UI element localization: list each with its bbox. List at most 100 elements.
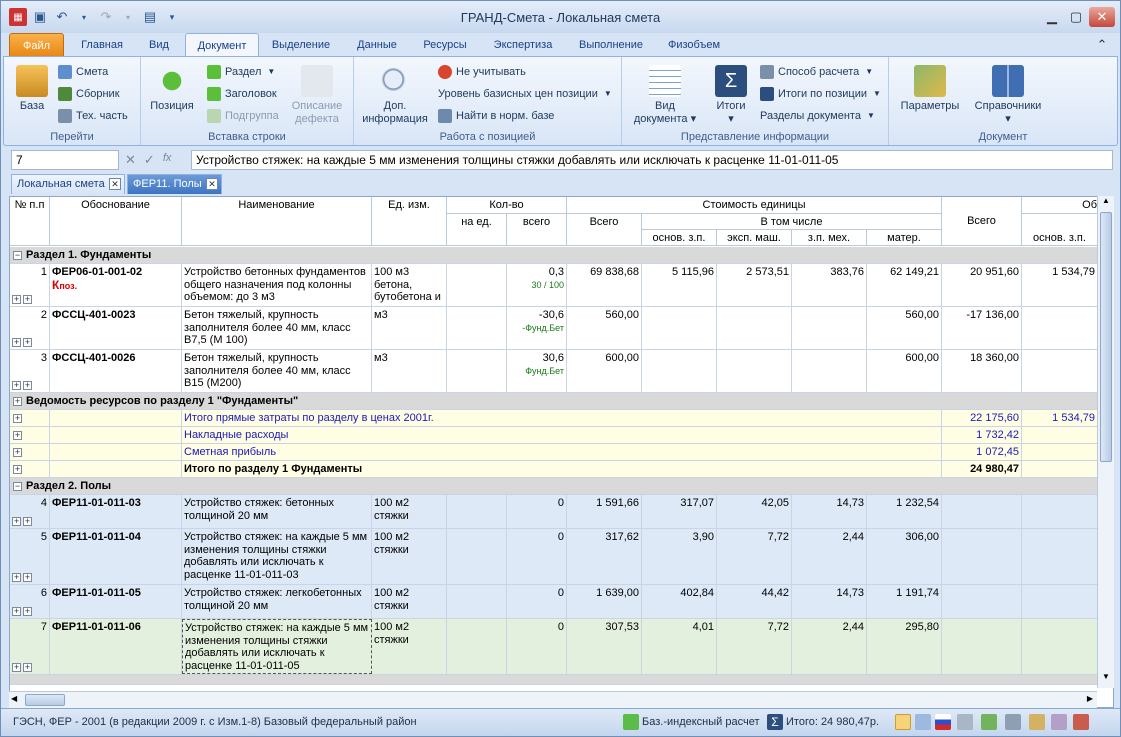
tab-local-estimate[interactable]: Локальная смета ✕ [11, 174, 125, 194]
position-name[interactable]: Устройство стяжек: на каждые 5 мм измене… [182, 529, 372, 584]
mech-wage[interactable] [792, 350, 867, 392]
total-base-wage[interactable] [1022, 307, 1098, 349]
position-name[interactable]: Устройство стяжек: легкобетонных толщино… [182, 585, 372, 618]
qty-total[interactable]: 0 [507, 495, 567, 528]
position-name[interactable]: Бетон тяжелый, крупность заполнителя бол… [182, 307, 372, 349]
confirm-icon[interactable]: ✓ [144, 152, 155, 170]
col-qty-total-header[interactable]: всего [507, 214, 567, 246]
table-row[interactable]: − Раздел 1. Фундаменты [10, 247, 1097, 264]
machinery-cost[interactable] [717, 307, 792, 349]
materials-cost[interactable]: 295,80 [867, 619, 942, 674]
basis-code[interactable]: ФЕР11-01-011-06 [50, 619, 182, 674]
machinery-cost[interactable]: 2 573,51 [717, 264, 792, 306]
mech-wage[interactable]: 2,44 [792, 529, 867, 584]
col-unit-cost-header[interactable]: Стоимость единицы [567, 197, 942, 214]
col-base-wage-header[interactable]: основ. з.п. [642, 230, 717, 246]
print-icon[interactable] [1005, 714, 1021, 730]
qty-per-unit[interactable] [447, 495, 507, 528]
export-icon[interactable] [957, 714, 973, 730]
materials-cost[interactable]: 306,00 [867, 529, 942, 584]
table-cell[interactable] [50, 444, 182, 460]
table-row[interactable] [10, 675, 1097, 685]
expand-toggle-icon[interactable]: + [23, 573, 32, 582]
table-row[interactable]: + Накладные расходы 1 732,42 [10, 427, 1098, 444]
view-page-icon[interactable] [895, 714, 911, 730]
cell-reference-input[interactable]: 7 [11, 150, 119, 170]
qty-per-unit[interactable] [447, 585, 507, 618]
col-name-header[interactable]: Наименование [182, 197, 372, 246]
close-icon[interactable]: ✕ [1089, 7, 1115, 27]
expand-toggle-icon[interactable]: + [13, 397, 22, 406]
total-value[interactable]: 18 360,00 [942, 350, 1022, 392]
machinery-cost[interactable] [717, 350, 792, 392]
table-row[interactable]: 7 ФЕР11-01-011-06 Устройство стяжек: на ка… [10, 619, 1098, 675]
expand-toggle-icon[interactable]: + [12, 381, 21, 390]
scroll-up-icon[interactable]: ▲ [1099, 196, 1113, 210]
tab-resources[interactable]: Ресурсы [415, 33, 475, 57]
col-qty-header[interactable]: Кол-во [447, 197, 567, 214]
ribbon-collapse-icon[interactable]: ⌃ [1091, 35, 1113, 55]
total-value[interactable] [942, 619, 1022, 674]
total-value[interactable]: 1 072,45 [942, 444, 1022, 460]
expand-toggle-icon[interactable]: + [23, 517, 32, 526]
unit[interactable]: 100 м2 стяжки [372, 585, 447, 618]
position-name[interactable]: Устройство бетонных фундаментов общего н… [182, 264, 372, 306]
materials-cost[interactable]: 560,00 [867, 307, 942, 349]
col-unit-header[interactable]: Ед. изм. [372, 197, 447, 246]
unit-total[interactable]: 69 838,68 [567, 264, 642, 306]
machinery-cost[interactable]: 42,05 [717, 495, 792, 528]
excel-icon[interactable] [981, 714, 997, 730]
table-cell[interactable] [50, 461, 182, 477]
pdf-icon[interactable] [1073, 714, 1089, 730]
calc-method-button[interactable]: Способ расчета ▼ [760, 63, 873, 81]
unit-total[interactable]: 600,00 [567, 350, 642, 392]
base-price-level-button[interactable]: Уровень базисных цен позиции ▼ [438, 85, 612, 103]
qty-total[interactable]: 0,3 30 / 100 [507, 264, 567, 306]
unit[interactable]: 100 м2 стяжки [372, 529, 447, 584]
unit-total[interactable]: 307,53 [567, 619, 642, 674]
base-wage[interactable]: 402,84 [642, 585, 717, 618]
references-button[interactable]: Справочники ▾ [971, 65, 1045, 126]
table-row[interactable]: 4 ФЕР11-01-011-03 Устройство стяжек: бетон… [10, 495, 1098, 529]
machinery-cost[interactable]: 7,72 [717, 529, 792, 584]
expand-toggle-icon[interactable]: + [23, 607, 32, 616]
col-basis-header[interactable]: Обоснование [50, 197, 182, 246]
table-row[interactable]: 5 ФЕР11-01-011-04 Устройство стяжек: на ка… [10, 529, 1098, 585]
total-base-wage[interactable] [1022, 619, 1098, 674]
settings-icon[interactable] [1051, 714, 1067, 730]
mech-wage[interactable] [792, 307, 867, 349]
table-cell[interactable] [10, 444, 50, 460]
unit-total[interactable]: 560,00 [567, 307, 642, 349]
defect-description-button[interactable]: Описание дефекта [289, 65, 345, 126]
table-row[interactable]: 3 ФССЦ-401-0026 Бетон тяжелый, крупность з… [10, 350, 1098, 393]
unit[interactable]: 100 м2 стяжки [372, 619, 447, 674]
qty-total[interactable]: 0 [507, 585, 567, 618]
expand-toggle-icon[interactable]: + [23, 381, 32, 390]
mech-wage[interactable]: 14,73 [792, 495, 867, 528]
basis-code[interactable]: ФЕР11-01-011-05 [50, 585, 182, 618]
tab-file[interactable]: Файл [9, 33, 64, 57]
table-cell[interactable] [50, 410, 182, 426]
col-qty-per-unit-header[interactable]: на ед. [447, 214, 507, 246]
status-total[interactable]: Итого: 24 980,47р. [786, 716, 879, 728]
ignore-button[interactable]: Не учитывать [438, 63, 526, 81]
table-row[interactable]: + Итого по разделу 1 Фундаменты 24 980,47 [10, 461, 1097, 478]
tab-physvolume[interactable]: Физобъем [659, 33, 729, 57]
expand-toggle-icon[interactable]: + [12, 573, 21, 582]
col-including-header[interactable]: В том числе [642, 214, 942, 230]
table-cell[interactable] [10, 461, 50, 477]
qty-per-unit[interactable] [447, 619, 507, 674]
total-base-wage[interactable] [1022, 495, 1098, 528]
basis-code[interactable]: ФЕР06-01-001-02 Кпоз. [50, 264, 182, 306]
expand-toggle-icon[interactable]: + [12, 663, 21, 672]
base-wage[interactable]: 5 115,96 [642, 264, 717, 306]
total-value[interactable] [942, 529, 1022, 584]
extra-info-button[interactable]: Доп. информация [362, 65, 428, 126]
scroll-thumb[interactable] [1100, 212, 1112, 462]
total-value[interactable] [942, 495, 1022, 528]
document-sections-button[interactable]: Разделы документа ▼ [760, 107, 875, 125]
smeta-button[interactable]: Смета [58, 63, 108, 81]
unit[interactable]: 100 м3 бетона, бутобетона и [372, 264, 447, 306]
scroll-left-icon[interactable]: ◀ [11, 694, 17, 703]
col-total-base-wage-header[interactable]: основ. з.п. [1022, 230, 1098, 246]
